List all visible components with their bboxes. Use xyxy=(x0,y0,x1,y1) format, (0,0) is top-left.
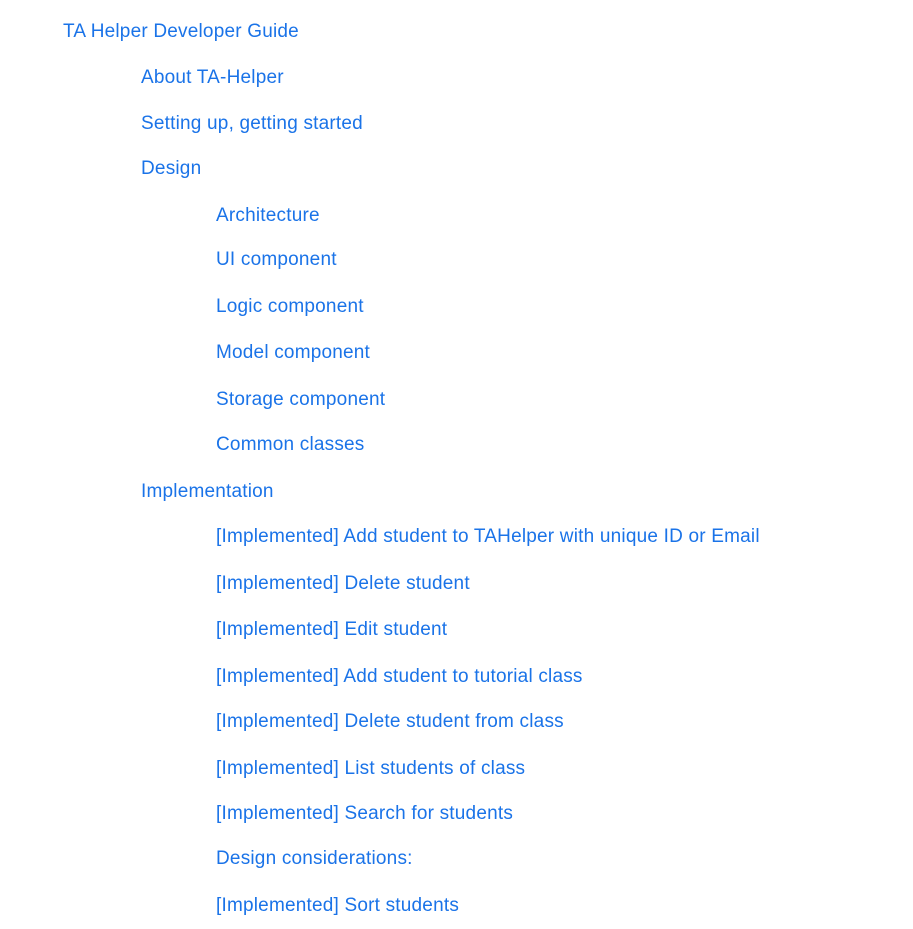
toc-link-model-component[interactable]: Model component xyxy=(216,341,370,365)
toc-link-logic-component[interactable]: Logic component xyxy=(216,295,364,319)
toc-link-edit-student[interactable]: [Implemented] Edit student xyxy=(216,618,447,642)
toc-link-add-student-to-class[interactable]: [Implemented] Add student to tutorial cl… xyxy=(216,665,583,689)
toc-link-sort-students[interactable]: [Implemented] Sort students xyxy=(216,894,459,918)
toc-link-implementation[interactable]: Implementation xyxy=(141,480,274,504)
toc-link-architecture[interactable]: Architecture xyxy=(216,204,320,228)
toc-link-ui-component[interactable]: UI component xyxy=(216,248,337,272)
toc-link-storage-component[interactable]: Storage component xyxy=(216,388,385,412)
toc-link-setup[interactable]: Setting up, getting started xyxy=(141,112,363,136)
toc-link-add-student[interactable]: [Implemented] Add student to TAHelper wi… xyxy=(216,525,760,549)
toc-link-search-students[interactable]: [Implemented] Search for students xyxy=(216,802,513,826)
toc-link-delete-student-from-class[interactable]: [Implemented] Delete student from class xyxy=(216,710,564,734)
toc-link-design[interactable]: Design xyxy=(141,157,201,181)
toc-link-about[interactable]: About TA-Helper xyxy=(141,66,284,90)
toc-link-delete-student[interactable]: [Implemented] Delete student xyxy=(216,572,470,596)
toc-link-list-students-of-class[interactable]: [Implemented] List students of class xyxy=(216,757,525,781)
toc-link-design-considerations[interactable]: Design considerations: xyxy=(216,847,413,871)
toc-link-developer-guide[interactable]: TA Helper Developer Guide xyxy=(63,20,299,44)
toc-link-common-classes[interactable]: Common classes xyxy=(216,433,365,457)
